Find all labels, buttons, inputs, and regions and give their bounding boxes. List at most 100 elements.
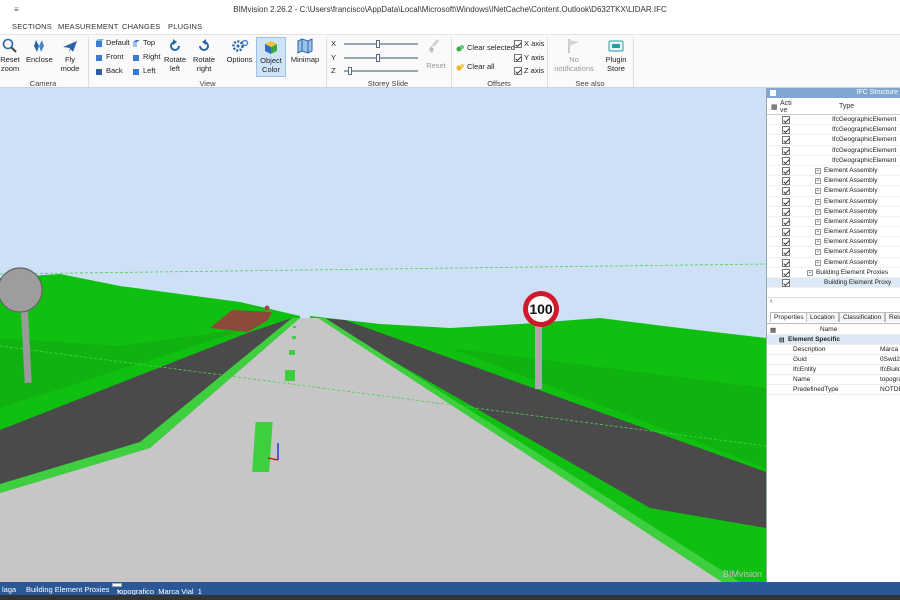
sort-icon[interactable]: ▦	[770, 326, 776, 334]
active-checkbox[interactable]	[782, 268, 790, 277]
ifc-tree-row[interactable]: IfcGeographicElement	[767, 115, 900, 126]
property-row[interactable]: Name topogra	[767, 375, 900, 385]
enclose-button[interactable]: Enclose	[26, 38, 53, 64]
rotate-left-button[interactable]: Rotate left	[162, 38, 188, 73]
expand-icon[interactable]: +	[815, 208, 821, 215]
ifc-tree-row[interactable]: Building Element Proxy	[767, 278, 900, 289]
fly-mode-button[interactable]: Fly mode	[56, 38, 84, 73]
expand-icon[interactable]: +	[815, 259, 821, 266]
collapse-icon[interactable]: ⊟	[779, 336, 784, 344]
expand-icon[interactable]: +	[815, 167, 821, 174]
active-checkbox[interactable]	[782, 238, 790, 247]
active-checkbox[interactable]	[782, 207, 790, 216]
expand-icon[interactable]: +	[815, 178, 821, 185]
ifc-tree-row[interactable]: + Element Assembly	[767, 227, 900, 238]
tab-sections[interactable]: SECTIONS	[12, 22, 52, 31]
ifc-tree-row[interactable]: + Element Assembly	[767, 217, 900, 228]
active-checkbox[interactable]	[782, 116, 790, 124]
storey-reset-button[interactable]: Reset	[424, 38, 448, 70]
back-view-button[interactable]: Back	[95, 66, 123, 76]
reset-zoom-button[interactable]: Reset zoom	[0, 38, 20, 73]
ifc-tree-row[interactable]: + Element Assembly	[767, 166, 900, 177]
active-checkbox[interactable]	[782, 166, 790, 175]
scene-canvas[interactable]: 100	[0, 88, 766, 582]
active-checkbox[interactable]	[782, 146, 790, 155]
horizontal-scrollbar[interactable]: ‹	[767, 297, 900, 307]
scroll-left-icon[interactable]: ‹	[770, 298, 772, 305]
storey-x-slider[interactable]	[344, 40, 418, 48]
ifc-tree-row[interactable]: IfcGeographicElement	[767, 135, 900, 146]
expand-icon[interactable]: +	[815, 249, 821, 256]
property-row[interactable]: PredefinedType NOTDE	[767, 385, 900, 395]
active-checkbox[interactable]	[782, 279, 790, 287]
options-button[interactable]: Options	[226, 38, 253, 64]
expand-icon[interactable]: +	[815, 218, 821, 225]
storey-y-slider-knob[interactable]	[375, 54, 380, 62]
ifc-tree-row[interactable]: IfcGeographicElement	[767, 125, 900, 136]
clear-all-button[interactable]: Clear all	[456, 62, 495, 72]
rotate-right-button[interactable]: Rotate right	[191, 38, 217, 73]
ifc-tree-row[interactable]: + Building Element Proxies	[767, 268, 900, 278]
ifc-tree-row[interactable]: + Element Assembly	[767, 197, 900, 207]
active-checkbox[interactable]	[782, 126, 790, 135]
col-type[interactable]: Type	[839, 103, 854, 110]
active-checkbox[interactable]	[782, 197, 790, 206]
expand-icon[interactable]: +	[815, 198, 821, 205]
y-axis-checkbox[interactable]: Y axis	[514, 53, 544, 63]
storey-y-slider[interactable]	[344, 54, 418, 62]
minimap-button[interactable]: Minimap	[288, 38, 322, 64]
status-tab-active-element[interactable]: topografico_Marca Vial_1 ×	[112, 583, 202, 596]
col-active[interactable]: Active	[780, 100, 792, 114]
z-axis-checkbox[interactable]: Z axis	[514, 66, 544, 76]
top-view-button[interactable]: Top	[132, 38, 155, 48]
category-row[interactable]: ⊟ Element Specific	[767, 335, 900, 345]
clear-selected-button[interactable]: Clear selected	[456, 43, 515, 53]
tab-location[interactable]: Location	[806, 312, 839, 322]
property-row[interactable]: IfcEntity IfcBuild	[767, 365, 900, 375]
active-checkbox[interactable]	[782, 187, 790, 196]
tab-measurement[interactable]: MEASUREMENT	[58, 22, 119, 31]
tab-properties[interactable]: Properties	[770, 312, 808, 322]
expand-icon[interactable]: +	[815, 188, 821, 195]
expand-icon[interactable]: +	[807, 269, 813, 276]
ifc-tree-row[interactable]: + Element Assembly	[767, 176, 900, 187]
ifc-tree-row[interactable]: + Element Assembly	[767, 207, 900, 217]
ifc-tree-row[interactable]: + Element Assembly	[767, 258, 900, 268]
object-color-button[interactable]: Object Color	[256, 37, 286, 77]
tab-plugins[interactable]: PLUGINS	[168, 22, 202, 31]
active-checkbox[interactable]	[782, 228, 790, 237]
ifc-tree-row[interactable]: IfcGeographicElement	[767, 146, 900, 156]
expand-icon[interactable]: +	[815, 229, 821, 236]
left-view-button[interactable]: Left	[132, 66, 156, 76]
active-checkbox[interactable]	[782, 177, 790, 186]
expand-icon[interactable]: +	[815, 239, 821, 246]
front-view-button[interactable]: Front	[95, 52, 124, 62]
ifc-tree-row[interactable]: + Element Assembly	[767, 237, 900, 248]
active-checkbox[interactable]	[782, 136, 790, 145]
col-name[interactable]: Name	[820, 326, 837, 333]
x-axis-checkbox[interactable]: X axis	[514, 39, 544, 49]
storey-z-slider[interactable]	[344, 67, 418, 75]
status-tab-laga[interactable]: laga	[2, 585, 16, 594]
right-view-button[interactable]: Right	[132, 52, 161, 62]
active-checkbox[interactable]	[782, 217, 790, 226]
tab-changes[interactable]: CHANGES	[122, 22, 161, 31]
ifc-tree-row[interactable]: IfcGeographicElement	[767, 156, 900, 166]
property-row[interactable]: Description Marca V	[767, 345, 900, 355]
active-checkbox[interactable]	[782, 156, 790, 165]
no-notifications-button[interactable]: No notifications	[552, 38, 596, 73]
pin-icon[interactable]	[770, 90, 776, 96]
default-view-button[interactable]: Default	[95, 38, 130, 48]
storey-z-slider-knob[interactable]	[347, 67, 352, 75]
active-checkbox[interactable]	[782, 258, 790, 267]
storey-x-slider-knob[interactable]	[375, 40, 380, 48]
ifc-tree-row[interactable]: + Element Assembly	[767, 247, 900, 258]
select-all-icon[interactable]: ▦	[771, 103, 778, 111]
plugin-store-button[interactable]: Plugin Store	[600, 38, 632, 73]
ifc-tree-row[interactable]: + Element Assembly	[767, 186, 900, 197]
tab-classification[interactable]: Classification	[839, 312, 886, 322]
status-tab-building-element-proxies[interactable]: Building Element Proxies	[26, 585, 109, 594]
tab-relations[interactable]: Rela	[885, 312, 900, 322]
property-row[interactable]: Guid 0Swd2Z	[767, 355, 900, 365]
3d-viewport[interactable]: 100 BIMvision	[0, 88, 766, 582]
